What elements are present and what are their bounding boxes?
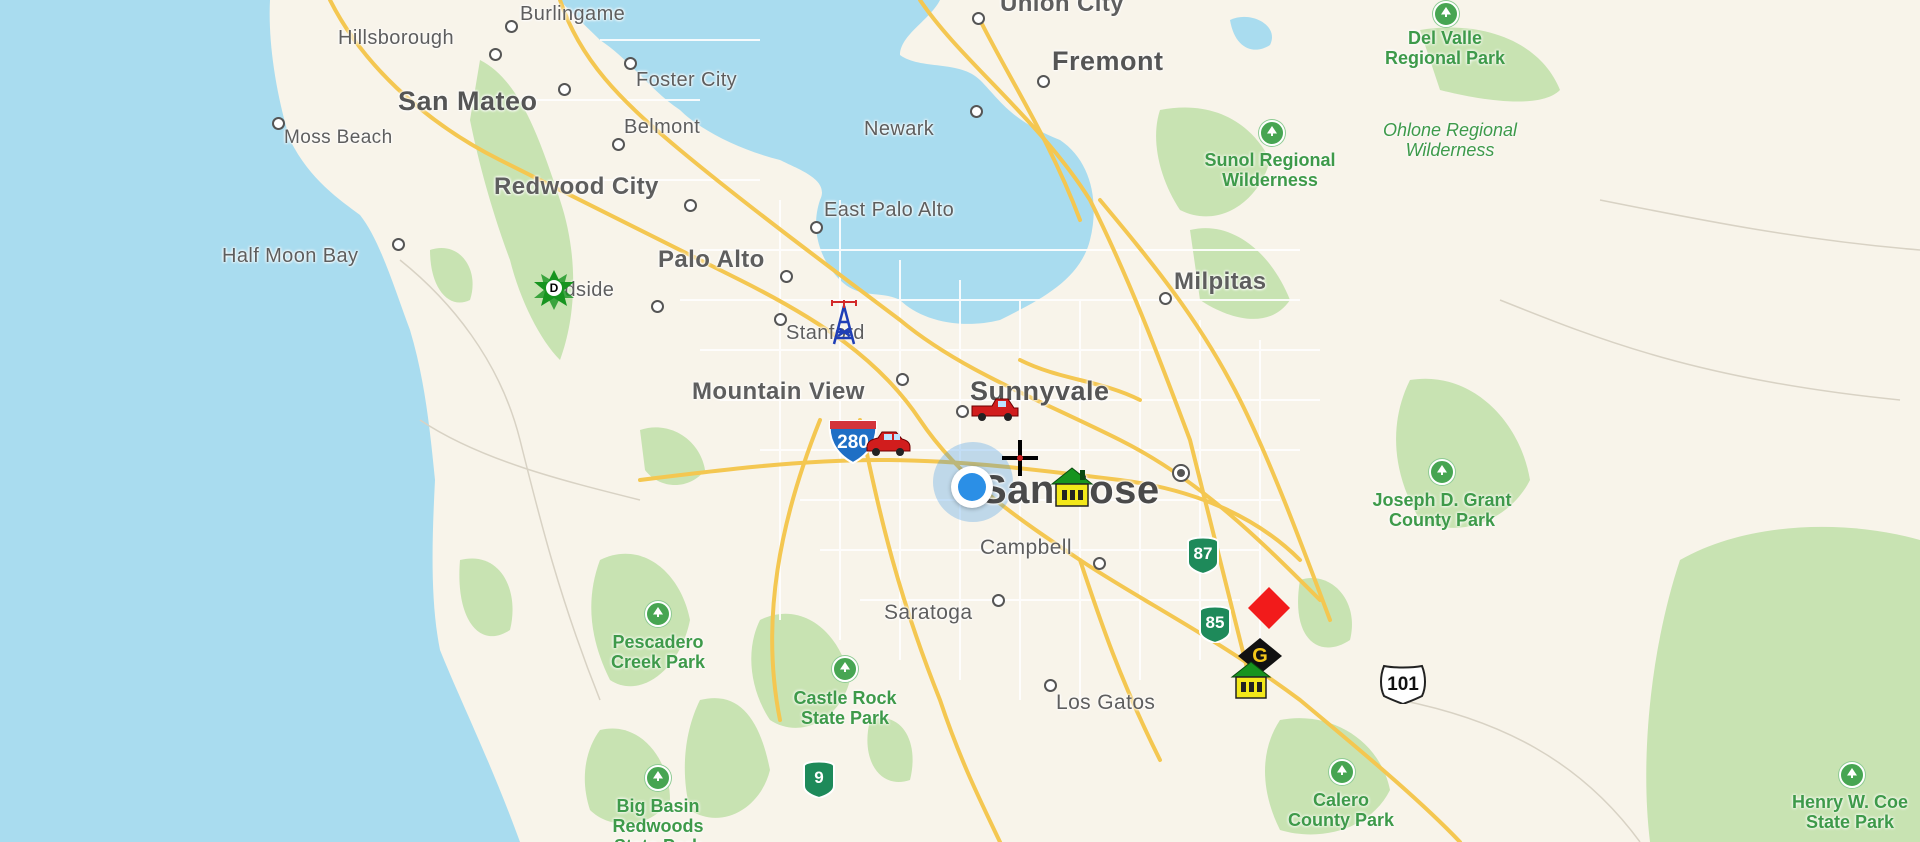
park-label-joseph-grant: Joseph D. Grant County Park bbox=[1372, 490, 1512, 531]
city-dot bbox=[970, 105, 983, 118]
city-label-milpitas: Milpitas bbox=[1174, 268, 1267, 295]
house-icon[interactable] bbox=[1230, 660, 1272, 700]
city-dot bbox=[780, 270, 793, 283]
map-view[interactable]: Burlingame Union City Hillsborough Fremo… bbox=[0, 0, 1920, 842]
city-dot bbox=[896, 373, 909, 386]
city-label-moss-beach: Moss Beach bbox=[284, 127, 393, 148]
park-icon bbox=[645, 601, 671, 627]
city-label-fremont: Fremont bbox=[1052, 46, 1164, 76]
city-dot bbox=[1159, 292, 1172, 305]
state-route-85-shield: 85 bbox=[1196, 603, 1234, 645]
park-icon bbox=[1433, 1, 1459, 27]
city-dot bbox=[1093, 557, 1106, 570]
city-dot bbox=[272, 117, 285, 130]
state-route-87-shield: 87 bbox=[1184, 534, 1222, 576]
city-dot bbox=[505, 20, 518, 33]
city-dot bbox=[612, 138, 625, 151]
truck-icon[interactable] bbox=[970, 396, 1020, 422]
city-label-hillsborough: Hillsborough bbox=[338, 27, 454, 49]
city-label-campbell: Campbell bbox=[980, 536, 1072, 559]
us-101-shield: 101 bbox=[1378, 662, 1428, 706]
park-label-castle-rock: Castle Rock State Park bbox=[793, 688, 897, 729]
city-dot bbox=[992, 594, 1005, 607]
city-label-burlingame: Burlingame bbox=[520, 3, 626, 25]
current-location-dot bbox=[958, 473, 986, 501]
state-route-9-shield: 9 bbox=[800, 758, 838, 800]
star-marker-letter: D bbox=[546, 280, 562, 296]
park-label-henry-coe: Henry W. Coe State Park bbox=[1791, 792, 1909, 833]
city-dot bbox=[624, 57, 637, 70]
city-label-belmont: Belmont bbox=[624, 116, 701, 138]
park-icon bbox=[1429, 459, 1455, 485]
city-label-saratoga: Saratoga bbox=[884, 601, 973, 624]
current-location-marker[interactable] bbox=[951, 466, 993, 508]
city-dot bbox=[1037, 75, 1050, 88]
house-icon[interactable] bbox=[1050, 466, 1094, 508]
city-label-san-mateo: San Mateo bbox=[398, 86, 538, 116]
warning-diamond-icon[interactable] bbox=[1246, 585, 1292, 631]
city-dot bbox=[558, 83, 571, 96]
city-label-mountain-view: Mountain View bbox=[692, 378, 865, 405]
city-dot bbox=[972, 12, 985, 25]
star-marker[interactable]: D bbox=[532, 268, 576, 312]
city-label-palo-alto: Palo Alto bbox=[658, 246, 765, 273]
city-dot-san-jose-center bbox=[1172, 464, 1190, 482]
park-label-sunol: Sunol Regional Wilderness bbox=[1204, 150, 1336, 191]
city-dot bbox=[956, 405, 969, 418]
radio-tower-icon[interactable] bbox=[826, 298, 862, 346]
park-icon bbox=[1259, 120, 1285, 146]
city-label-half-moon-bay: Half Moon Bay bbox=[222, 245, 359, 267]
park-icon bbox=[1329, 759, 1355, 785]
city-dot bbox=[651, 300, 664, 313]
city-dot bbox=[392, 238, 405, 251]
park-label-ohlone: Ohlone Regional Wilderness bbox=[1382, 120, 1518, 161]
park-label-del-valle: Del Valle Regional Park bbox=[1384, 28, 1506, 69]
city-dot bbox=[489, 48, 502, 61]
park-icon bbox=[645, 765, 671, 791]
city-label-foster-city: Foster City bbox=[636, 69, 738, 91]
city-dot bbox=[1044, 679, 1057, 692]
park-label-calero: Calero County Park bbox=[1287, 790, 1395, 831]
city-label-union-city: Union City bbox=[1000, 0, 1124, 17]
city-label-los-gatos: Los Gatos bbox=[1056, 691, 1156, 714]
city-label-newark: Newark bbox=[864, 118, 935, 140]
crosshair-icon[interactable] bbox=[1000, 438, 1040, 478]
car-icon[interactable] bbox=[864, 430, 912, 458]
park-icon bbox=[1839, 762, 1865, 788]
park-label-pescadero: Pescadero Creek Park bbox=[610, 632, 706, 673]
city-label-redwood-city: Redwood City bbox=[494, 173, 659, 200]
park-icon bbox=[832, 656, 858, 682]
city-label-east-palo-alto: East Palo Alto bbox=[824, 199, 955, 221]
park-label-big-basin: Big Basin Redwoods State Park bbox=[612, 796, 704, 842]
city-dot bbox=[684, 199, 697, 212]
city-dot bbox=[774, 313, 787, 326]
city-dot bbox=[810, 221, 823, 234]
